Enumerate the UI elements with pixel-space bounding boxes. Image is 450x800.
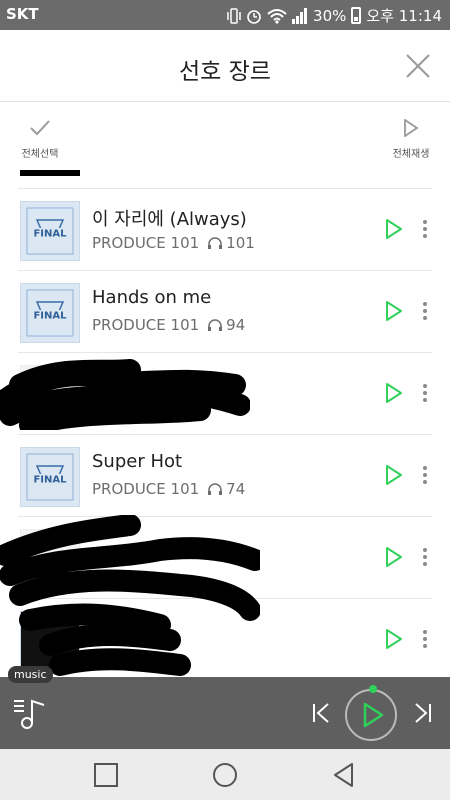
selection-underline <box>20 170 80 176</box>
song-row[interactable]: FINAL 이 자리에 (Always) PRODUCE 101 101 <box>18 188 432 270</box>
clock: 오후 11:14 <box>366 7 442 25</box>
listen-count: 94 <box>226 316 246 334</box>
song-row[interactable] <box>18 352 432 434</box>
album-art: FINAL <box>20 283 80 343</box>
select-all-button[interactable]: 전체선택 <box>18 119 62 160</box>
song-meta: PRODUCE 101 101 <box>92 234 255 252</box>
song-title: Hands on me <box>92 287 212 308</box>
album-art-text: FINAL <box>33 229 67 240</box>
recent-apps-button[interactable] <box>92 761 120 789</box>
next-button[interactable] <box>412 702 434 724</box>
play-button[interactable] <box>384 300 404 322</box>
song-title: 이 자리에 (Always) <box>92 209 247 230</box>
headphones-icon <box>208 237 223 249</box>
close-button[interactable] <box>404 52 432 80</box>
artist-name: PRODUCE 101 <box>92 316 200 334</box>
song-title: Super Hot <box>92 451 183 472</box>
album-art-text: FINAL <box>33 311 67 322</box>
play-button[interactable] <box>384 382 404 404</box>
play-button[interactable] <box>384 218 404 240</box>
play-pause-button[interactable] <box>345 685 397 741</box>
page-title: 선호 장르 <box>179 59 271 85</box>
battery-icon <box>351 7 362 24</box>
navigation-bar <box>0 749 450 800</box>
battery-percent: 30% <box>313 6 347 25</box>
artist-name: PRODUCE 101 <box>92 480 200 498</box>
check-icon <box>30 120 50 136</box>
playlist-button[interactable] <box>12 695 48 731</box>
album-art: FINAL <box>20 447 80 507</box>
song-row[interactable]: FINAL Super Hot PRODUCE 101 74 <box>18 434 432 516</box>
listen-count: 101 <box>226 234 255 252</box>
play-outline-icon <box>404 118 419 138</box>
previous-button[interactable] <box>310 702 332 724</box>
home-button[interactable] <box>211 761 239 789</box>
album-art <box>20 365 80 425</box>
header: 선호 장르 <box>0 30 450 102</box>
vibrate-icon <box>227 7 241 24</box>
song-row[interactable]: FINAL Hands on me PRODUCE 101 94 <box>18 270 432 352</box>
select-all-label: 전체선택 <box>21 149 59 160</box>
toolbar: 전체선택 전체재생 <box>0 103 450 188</box>
headphones-icon <box>208 483 223 495</box>
song-list: FINAL 이 자리에 (Always) PRODUCE 101 101 FIN… <box>0 188 450 680</box>
status-bar: SKT 30% 오후 11:14 <box>0 0 450 30</box>
album-art <box>20 611 80 671</box>
signal-icon <box>292 7 308 24</box>
play-button[interactable] <box>384 546 404 568</box>
more-options-button[interactable] <box>420 300 430 322</box>
more-options-button[interactable] <box>420 464 430 486</box>
play-icon <box>363 702 384 728</box>
play-button[interactable] <box>384 628 404 650</box>
album-art <box>20 529 80 589</box>
more-options-button[interactable] <box>420 382 430 404</box>
more-options-button[interactable] <box>420 546 430 568</box>
play-all-label: 전체재생 <box>392 149 430 160</box>
play-all-button[interactable]: 전체재생 <box>388 118 434 160</box>
headphones-icon <box>208 319 223 331</box>
song-row[interactable] <box>18 516 432 598</box>
more-options-button[interactable] <box>420 628 430 650</box>
song-meta: PRODUCE 101 94 <box>92 316 245 334</box>
more-options-button[interactable] <box>420 218 430 240</box>
album-art-text: FINAL <box>33 475 67 486</box>
album-art: FINAL <box>20 201 80 261</box>
alarm-icon <box>247 9 261 24</box>
song-meta: PRODUCE 101 74 <box>92 480 245 498</box>
music-badge: music <box>8 666 53 683</box>
listen-count: 74 <box>226 480 246 498</box>
back-button[interactable] <box>330 761 358 789</box>
mini-player: music <box>0 666 450 749</box>
carrier-label: SKT <box>6 5 39 23</box>
wifi-icon <box>267 8 287 24</box>
song-row[interactable] <box>18 598 432 680</box>
status-icons: 30% 오후 11:14 <box>227 5 442 26</box>
play-button[interactable] <box>384 464 404 486</box>
artist-name: PRODUCE 101 <box>92 234 200 252</box>
